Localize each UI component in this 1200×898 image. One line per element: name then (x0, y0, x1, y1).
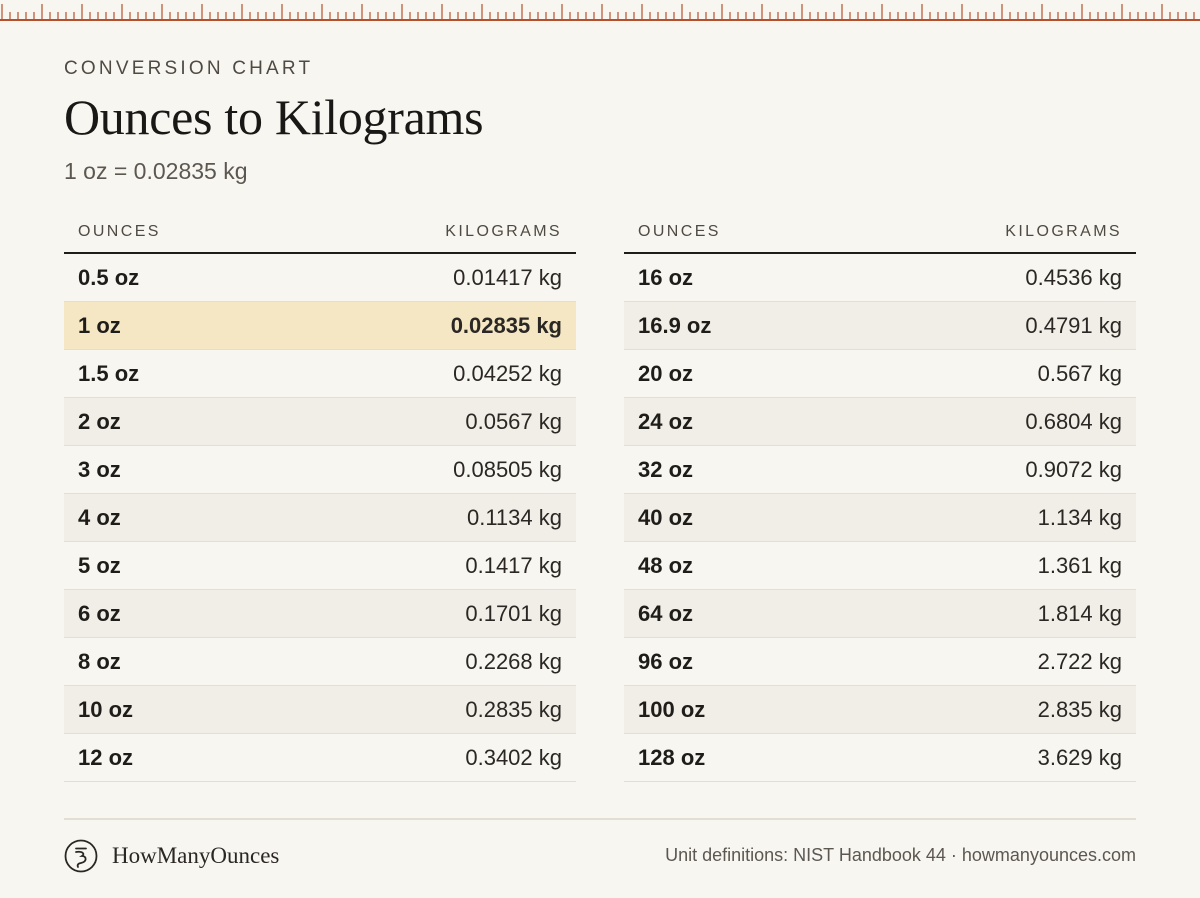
table-row: 2 oz 0.0567 kg (64, 398, 576, 446)
table-row: 0.5 oz 0.01417 kg (64, 254, 576, 302)
table-row: 128 oz 3.629 kg (624, 734, 1136, 782)
ounces-value: 4 oz (78, 504, 121, 530)
brand: HowManyOunces (64, 838, 279, 874)
ounces-value: 40 oz (638, 504, 694, 530)
kilograms-value: 0.3402 kg (465, 744, 562, 770)
ounces-value: 96 oz (638, 648, 694, 674)
table-row: 5 oz 0.1417 kg (64, 542, 576, 590)
column-header-ounces: OUNCES (638, 223, 721, 240)
kilograms-value: 1.134 kg (1037, 504, 1122, 530)
kilograms-value: 0.02835 kg (450, 312, 562, 338)
table-header: OUNCES KILOGRAMS (624, 212, 1136, 254)
conversion-table-left: OUNCES KILOGRAMS 0.5 oz 0.01417 kg 1 oz 0.0… (64, 212, 576, 782)
kilograms-value: 2.722 kg (1037, 648, 1122, 674)
ounces-value: 128 oz (638, 744, 706, 770)
kilograms-value: 0.9072 kg (1025, 456, 1122, 482)
table-row: 32 oz 0.9072 kg (624, 446, 1136, 494)
ounces-value: 8 oz (78, 648, 121, 674)
column-header-kilograms: KILOGRAMS (445, 223, 562, 240)
table-row: 12 oz 0.3402 kg (64, 734, 576, 782)
table-row: 6 oz 0.1701 kg (64, 590, 576, 638)
ruler-border (0, 4, 1200, 21)
table-row: 20 oz 0.567 kg (624, 350, 1136, 398)
table-row: 1.5 oz 0.04252 kg (64, 350, 576, 398)
ounces-value: 3 oz (78, 456, 121, 482)
ounces-value: 32 oz (638, 456, 694, 482)
table-row: 4 oz 0.1134 kg (64, 494, 576, 542)
brand-name: HowManyOunces (112, 843, 280, 868)
ounces-value: 1.5 oz (78, 360, 140, 386)
kilograms-value: 0.6804 kg (1025, 408, 1122, 434)
kilograms-value: 0.2835 kg (465, 696, 562, 722)
kilograms-value: 0.4536 kg (1025, 264, 1122, 290)
table-row: 24 oz 0.6804 kg (624, 398, 1136, 446)
kilograms-value: 0.01417 kg (453, 264, 562, 290)
conversion-factor: 1 oz = 0.02835 kg (64, 158, 248, 184)
kilograms-value: 0.1701 kg (465, 600, 562, 626)
kilograms-value: 2.835 kg (1037, 696, 1122, 722)
kilograms-value: 0.08505 kg (453, 456, 562, 482)
ounces-value: 20 oz (638, 360, 694, 386)
footer-divider (64, 818, 1136, 820)
ounces-value: 1 oz (78, 312, 121, 338)
ounces-value: 64 oz (638, 600, 694, 626)
ounces-value: 10 oz (78, 696, 134, 722)
ounces-value: 16.9 oz (638, 312, 712, 338)
table-row: 96 oz 2.722 kg (624, 638, 1136, 686)
ounces-value: 5 oz (78, 552, 121, 578)
ounces-value: 12 oz (78, 744, 134, 770)
table-row: 100 oz 2.835 kg (624, 686, 1136, 734)
ounces-value: 2 oz (78, 408, 121, 434)
table-header: OUNCES KILOGRAMS (64, 212, 576, 254)
table-row: 10 oz 0.2835 kg (64, 686, 576, 734)
kilograms-value: 0.2268 kg (465, 648, 562, 674)
ounce-glyph-icon (64, 839, 98, 873)
column-header-ounces: OUNCES (78, 223, 161, 240)
page-title: Ounces to Kilograms (64, 89, 484, 145)
kilograms-value: 1.814 kg (1037, 600, 1122, 626)
kilograms-value: 0.0567 kg (465, 408, 562, 434)
table-row: 16 oz 0.4536 kg (624, 254, 1136, 302)
kilograms-value: 3.629 kg (1037, 744, 1122, 770)
kilograms-value: 0.1134 kg (466, 504, 562, 530)
table-row: 1 oz 0.02835 kg (64, 302, 576, 350)
eyebrow-label: CONVERSION CHART (64, 58, 314, 79)
conversion-table-right: OUNCES KILOGRAMS 16 oz 0.4536 kg 16.9 oz 0.… (624, 212, 1136, 782)
kilograms-value: 0.567 kg (1037, 360, 1122, 386)
table-row: 16.9 oz 0.4791 kg (624, 302, 1136, 350)
kilograms-value: 1.361 kg (1037, 552, 1122, 578)
table-row: 8 oz 0.2268 kg (64, 638, 576, 686)
ounces-value: 16 oz (638, 264, 694, 290)
table-row: 48 oz 1.361 kg (624, 542, 1136, 590)
table-row: 64 oz 1.814 kg (624, 590, 1136, 638)
ounces-value: 100 oz (638, 696, 706, 722)
column-header-kilograms: KILOGRAMS (1005, 223, 1122, 240)
table-row: 40 oz 1.134 kg (624, 494, 1136, 542)
table-row: 3 oz 0.08505 kg (64, 446, 576, 494)
kilograms-value: 0.1417 kg (465, 552, 562, 578)
ounces-value: 6 oz (78, 600, 121, 626)
kilograms-value: 0.4791 kg (1025, 312, 1122, 338)
source-note: Unit definitions: NIST Handbook 44 · how… (665, 845, 1136, 865)
ounces-value: 0.5 oz (78, 264, 140, 290)
kilograms-value: 0.04252 kg (453, 360, 562, 386)
ounces-value: 48 oz (638, 552, 694, 578)
ounces-value: 24 oz (638, 408, 694, 434)
